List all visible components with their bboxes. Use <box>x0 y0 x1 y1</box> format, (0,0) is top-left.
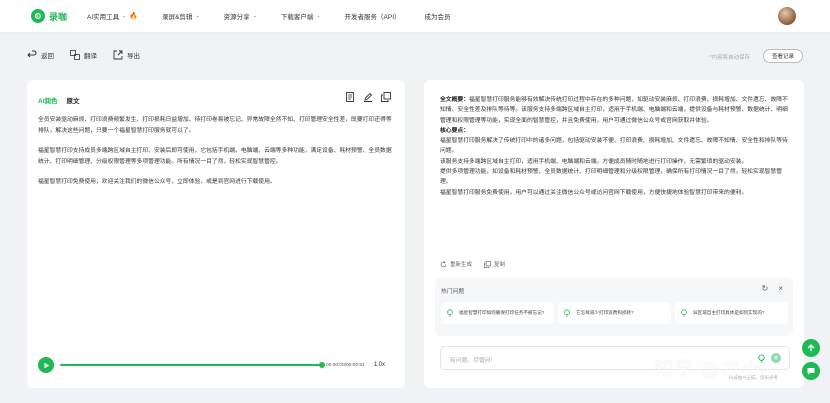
nav-member-label: 成为会员 <box>424 14 451 21</box>
hot-question-text: 它怎样减少打印浪费和损耗? <box>576 310 634 315</box>
progress-track[interactable] <box>60 362 325 368</box>
summary-actions: 重新生成 复制 <box>440 260 517 268</box>
lightbulb-icon <box>447 309 453 317</box>
points-heading: 核心要点： <box>440 127 469 134</box>
nav-resources[interactable]: 资源分享 ⌄ <box>224 11 257 21</box>
back-button[interactable]: 返回 <box>27 50 54 60</box>
floating-chat-button[interactable] <box>802 362 820 380</box>
nav-download-label: 下载客户端 <box>280 14 314 21</box>
close-icon[interactable]: × <box>778 284 783 293</box>
hot-question-list: 福星智慧打印如何确保打印任务不被忘记? 它怎样减少打印浪费和损耗? 异区域自主打… <box>441 302 792 324</box>
logo-icon <box>31 9 45 23</box>
transcript-paragraph: 福星智慧打印免费使用，欢迎关注我们的微信公众号，立即体验，或是到官网进行下载使用… <box>38 179 276 185</box>
user-avatar[interactable] <box>778 7 796 25</box>
nav-ai-tools-label: AI实用工具 <box>87 14 120 21</box>
transcript-panel: AI润色 原文 全员安装驱动麻烦、打印浪费频繁发生、打印损耗日益增加、待打印卷易… <box>27 80 405 388</box>
summary-block: 全文概要：福星智慧打印服务能够有效解决传统打印过程中存在的多种问题，如驱动安装麻… <box>440 95 792 126</box>
regenerate-button[interactable]: 重新生成 <box>440 260 472 268</box>
hot-question-card[interactable]: 福星智慧打印如何确保打印任务不被忘记? <box>441 302 554 324</box>
tab-ai-polish[interactable]: AI润色 <box>38 95 58 105</box>
lightbulb-icon <box>681 309 687 317</box>
nav-resources-label: 资源分享 <box>223 14 250 21</box>
nav-record-edit[interactable]: 录屏&剪辑 ⌄ <box>162 11 200 21</box>
hot-question-card[interactable]: 它怎样减少打印浪费和损耗? <box>558 302 671 324</box>
copy-summary-button[interactable]: 复制 <box>484 260 505 268</box>
summary-content: 福星智慧打印服务能够有效解决传统打印过程中存在的多种问题，如驱动安装麻烦、打印浪… <box>440 97 788 124</box>
summary-panel: 全文概要：福星智慧打印服务能够有效解决传统打印过程中存在的多种问题，如驱动安装麻… <box>424 80 804 388</box>
copy-icon[interactable] <box>381 92 391 102</box>
nav-record-edit-label: 录屏&剪辑 <box>162 14 193 21</box>
hot-questions-controls: ↻ × <box>752 284 783 293</box>
nav-developer-label: 开发者服务（API） <box>344 14 401 21</box>
chevron-down-icon: ⌄ <box>316 13 321 19</box>
summary-label: 全文概要： <box>440 97 469 103</box>
editor-toolbar: 返回 翻译 导出 <box>27 50 156 60</box>
chat-icon <box>807 368 815 375</box>
summary-text: 全文概要：福星智慧打印服务能够有效解决传统打印过程中存在的多种问题，如驱动安装麻… <box>440 95 792 198</box>
nav-developer-api[interactable]: 开发者服务（API） <box>345 11 401 21</box>
document-icon[interactable] <box>345 92 355 102</box>
top-nav-bar: 录咖 AI实用工具 ⌄ 🔥 录屏&剪辑 ⌄ 资源分享 ⌄ 下载客户端 ⌄ 开发者… <box>0 0 830 33</box>
playback-speed[interactable]: 1.0x <box>374 362 385 368</box>
key-point: 该服务支持多端跨区域自主打印，适用手机端、电脑端和云端，方便成员随时随地进行打印… <box>440 158 748 165</box>
export-label: 导出 <box>127 53 140 60</box>
regenerate-label: 重新生成 <box>450 262 473 268</box>
nav-become-member[interactable]: 成为会员 <box>425 11 451 21</box>
tab-original[interactable]: 原文 <box>67 95 80 105</box>
back-label: 返回 <box>41 53 54 60</box>
translate-icon <box>70 50 80 60</box>
hot-question-text: 福星智慧打印如何确保打印任务不被忘记? <box>459 310 545 315</box>
chevron-down-icon: ⌄ <box>195 13 200 19</box>
refresh-icon[interactable]: ↻ <box>762 284 769 293</box>
key-point: 福星智慧打印服务免费使用，用户可以通过关注微信公众号或访问官网下载使用，方便快捷… <box>440 189 748 196</box>
translate-label: 翻译 <box>84 53 97 60</box>
zhihu-watermark: 知乎 @方小小 <box>654 358 782 380</box>
hot-question-text: 异区域自主打印具体是如何实现的? <box>693 310 765 315</box>
points-label: 核心要点： <box>440 126 792 136</box>
app-name: 录咖 <box>49 11 68 22</box>
chevron-down-icon: ⌄ <box>252 13 257 19</box>
audio-player: 00:00:00/00:00:51 1.0x <box>38 356 394 374</box>
copy-label: 复制 <box>494 262 506 268</box>
key-point: 提供多项管理功能，如设备和耗材预警、全员数据统计、打印明细管理和分级权限管理，确… <box>440 169 783 186</box>
translate-button[interactable]: 翻译 <box>70 50 97 60</box>
chevron-down-icon: ⌄ <box>122 13 127 19</box>
refresh-icon <box>440 260 447 267</box>
hot-questions: 热门问题 ↻ × 福星智慧打印如何确保打印任务不被忘记? 它怎样减少打印浪费和损… <box>435 278 793 336</box>
floating-top-button[interactable] <box>802 339 820 357</box>
play-icon <box>43 362 49 368</box>
progress-fill <box>60 364 322 366</box>
export-icon <box>113 50 123 60</box>
hot-questions-title: 热门问题 <box>441 289 465 295</box>
nav-download-client[interactable]: 下载客户端 ⌄ <box>281 11 321 21</box>
fire-icon: 🔥 <box>129 13 139 20</box>
copy-icon <box>484 260 491 268</box>
key-point: 福星智慧打印服务解决了传统打印中的诸多问题，包括驱动安装不便、打印浪费、损耗增加… <box>440 138 788 155</box>
app-logo[interactable]: 录咖 <box>31 9 67 23</box>
export-button[interactable]: 导出 <box>113 50 140 60</box>
nav-ai-tools[interactable]: AI实用工具 ⌄ 🔥 <box>87 11 138 21</box>
lightbulb-icon <box>564 309 570 317</box>
view-record-button[interactable]: 查看记录 <box>762 49 803 63</box>
hot-question-card[interactable]: 异区域自主打印具体是如何实现的? <box>675 302 788 324</box>
autosave-note: *内容将自动保存 <box>709 55 750 61</box>
main-nav: AI实用工具 ⌄ 🔥 录屏&剪辑 ⌄ 资源分享 ⌄ 下载客户端 ⌄ 开发者服务（… <box>87 11 475 21</box>
play-button[interactable] <box>38 357 54 373</box>
progress-handle[interactable] <box>319 362 325 368</box>
ask-placeholder: 有问题，尽管问! <box>450 358 493 364</box>
transcript-paragraph: 全员安装驱动麻烦、打印浪费频繁发生、打印损耗日益增加、待打印卷易被忘记、异常故障… <box>38 117 392 134</box>
transcript-actions <box>337 92 391 102</box>
transcript-paragraph: 福星智慧打印支持成员多端跨区域自主打印、安装后即可使用，它包括手机端、电脑端、云… <box>38 148 392 165</box>
transcript-text: 全员安装驱动麻烦、打印浪费频繁发生、打印损耗日益增加、待打印卷易被忘记、异常故障… <box>38 115 396 198</box>
edit-pen-icon[interactable] <box>363 92 373 102</box>
back-arrow-icon <box>27 50 37 58</box>
up-arrow-icon <box>807 344 815 351</box>
transcript-tabs: AI润色 原文 <box>38 95 80 105</box>
time-display: 00:00:00/00:00:51 <box>326 362 365 368</box>
